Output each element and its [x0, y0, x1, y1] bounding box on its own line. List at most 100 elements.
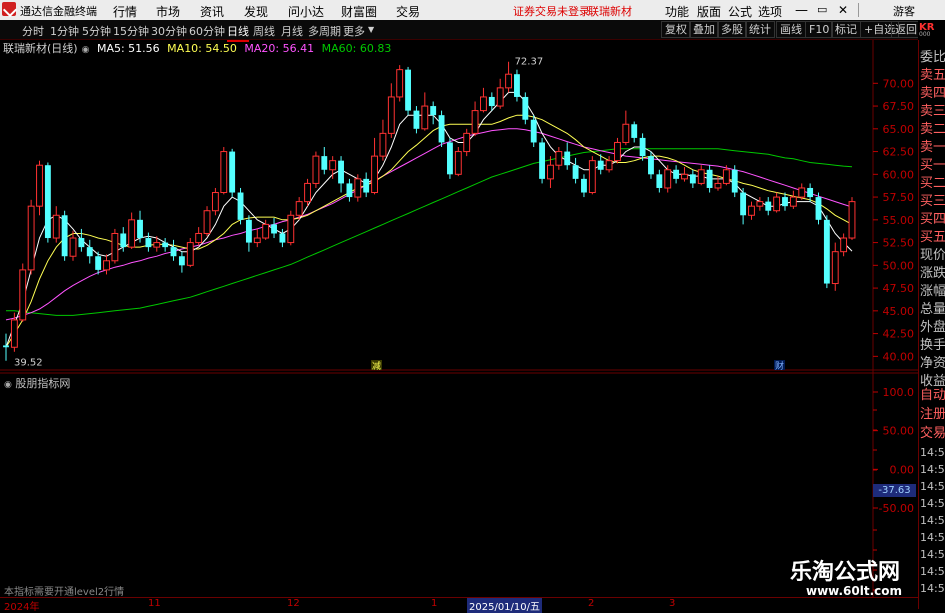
- candle-body: [195, 232, 203, 244]
- candle-body: [581, 178, 587, 193]
- watermark: 乐淘公式网 www.60lt.com: [788, 552, 918, 598]
- candle-body: [128, 219, 136, 248]
- panel-option-label[interactable]: 注册: [920, 403, 945, 422]
- trade-time: 14:5: [920, 514, 945, 527]
- level2-note: 本指标需要开通level2行情: [4, 587, 125, 598]
- quote-label: 委比: [920, 50, 945, 65]
- candle-body: [36, 164, 43, 207]
- candle-body: [681, 173, 688, 180]
- candle-body: [338, 160, 344, 184]
- price-tick-label: 65.00: [883, 123, 915, 136]
- date-label: 12: [287, 598, 300, 609]
- candle-body: [379, 132, 387, 157]
- candle-body: [438, 115, 445, 143]
- candle-body: [447, 142, 453, 175]
- candle-body: [656, 174, 663, 188]
- candle-body: [530, 119, 537, 143]
- candle-body: [748, 205, 755, 216]
- candle-body: [547, 164, 554, 180]
- candle-body: [706, 169, 713, 188]
- candle-body: [789, 196, 797, 207]
- candle-body: [203, 210, 211, 234]
- candle-body: [262, 223, 270, 239]
- trade-time: 14:5: [920, 531, 945, 544]
- ma60-label: MA60: 60.83: [321, 42, 392, 55]
- price-tick-label: 55.00: [883, 214, 915, 227]
- panel-option-label[interactable]: 自动: [920, 384, 945, 403]
- date-label: 1: [431, 598, 438, 609]
- quote-label: 涨跌: [920, 266, 945, 281]
- ma20-label: MA20: 56.41: [244, 42, 315, 55]
- price-tick-label: 42.50: [883, 328, 915, 341]
- price-tick-label: 50.00: [883, 259, 915, 272]
- quote-label: 现价: [920, 248, 945, 263]
- quote-label: 卖三: [920, 104, 945, 119]
- indicator-settings-icon[interactable]: ◉: [4, 380, 12, 390]
- candle-body: [69, 237, 77, 257]
- candle-body: [622, 123, 630, 143]
- candle-body: [271, 224, 277, 234]
- candle-body: [697, 169, 705, 184]
- candle-body: [120, 233, 127, 248]
- candle-body: [111, 232, 119, 262]
- candle-body: [648, 156, 654, 175]
- quote-label: 净资: [920, 356, 945, 371]
- candle-body: [639, 137, 646, 157]
- candle-body: [840, 237, 848, 253]
- price-tick-label: 62.50: [883, 146, 915, 159]
- candle-body: [312, 155, 320, 184]
- price-tick-label: 57.50: [883, 191, 915, 204]
- candle-body: [463, 132, 471, 153]
- candle-body: [740, 192, 747, 216]
- candle-body: [731, 169, 738, 193]
- event-marker-jian: 减: [372, 360, 381, 372]
- quote-label: 买五: [920, 230, 945, 245]
- date-label: 11: [148, 598, 161, 609]
- quote-label: 卖二: [920, 122, 945, 137]
- candle-body: [137, 219, 143, 239]
- candle-body: [798, 187, 806, 198]
- candle-body: [354, 178, 362, 198]
- candle-body: [387, 96, 395, 134]
- price-tick-label: 40.00: [883, 350, 915, 363]
- ma-info-line: 联瑞新材(日线) ◉ MA5: 51.56 MA10: 54.50 MA20: 5…: [0, 40, 395, 56]
- candle-body: [346, 183, 353, 198]
- candle-body: [514, 74, 520, 97]
- candle-body: [170, 247, 177, 257]
- kline-chart[interactable]: 70.00 67.50 65.00 62.50 60.00 57.50 55.00 52.50…: [0, 0, 918, 597]
- candle-body: [664, 169, 672, 189]
- panel-option-label[interactable]: 交易: [920, 422, 945, 441]
- candle-body: [78, 238, 85, 248]
- candle-body: [279, 233, 286, 243]
- candle-body: [421, 105, 429, 130]
- candle-body: [522, 96, 529, 120]
- watermark-url: www.60lt.com: [806, 584, 903, 598]
- candle-body: [831, 251, 839, 285]
- indicator-tick-label: 50.00: [883, 425, 915, 438]
- date-label: 2024年: [4, 602, 40, 613]
- trade-time: 14:5: [920, 446, 945, 459]
- candle-body: [27, 205, 35, 271]
- quote-label: 买四: [920, 212, 945, 227]
- candle-body: [10, 319, 18, 348]
- candle-body: [321, 156, 328, 170]
- indicator-tick-label: 0.00: [890, 463, 915, 476]
- candle-body: [756, 201, 764, 207]
- candle-body: [396, 69, 404, 98]
- candle-body: [488, 96, 495, 107]
- indicator-tick-label: 100.0: [883, 386, 915, 399]
- candle-body: [572, 165, 579, 179]
- candle-body: [430, 106, 437, 116]
- price-tick-label: 52.50: [883, 237, 915, 250]
- candle-body: [773, 196, 781, 212]
- settings-dropdown-icon[interactable]: ◉: [82, 45, 90, 55]
- indicator-tick-label: -50.00: [879, 502, 914, 515]
- indicator-title-row: ◉ 股朋指标网: [4, 375, 70, 391]
- candle-body: [44, 165, 51, 239]
- candle-body: [95, 256, 102, 270]
- candle-body: [178, 256, 185, 266]
- kr-sub: 000: [919, 31, 931, 38]
- candle-body: [588, 160, 596, 194]
- candle-body: [3, 345, 9, 348]
- candle-body: [765, 201, 772, 211]
